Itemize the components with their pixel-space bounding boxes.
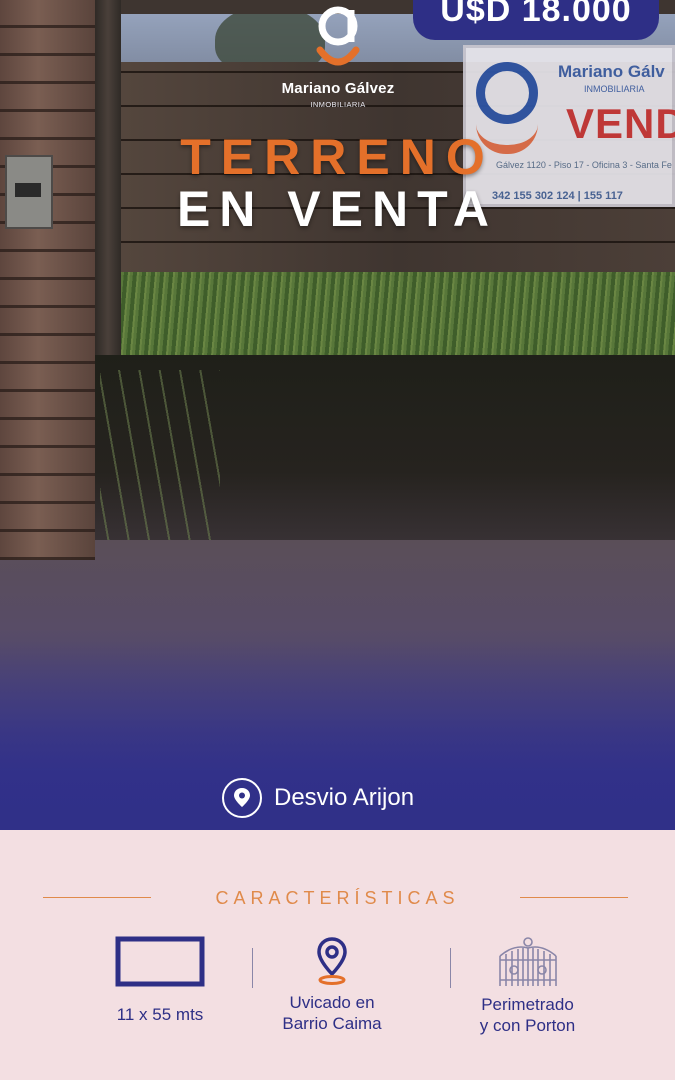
feature-fencing-line2: y con Porton bbox=[479, 1016, 576, 1035]
property-listing-page: Mariano Gálv INMOBILIARIA VEND Gálvez 11… bbox=[0, 0, 675, 1080]
feature-divider-1 bbox=[252, 948, 253, 988]
feature-location-line2: Barrio Caima bbox=[282, 1014, 382, 1033]
feature-location: Uvicado en Barrio Caima bbox=[257, 936, 407, 1034]
feature-fencing-line1: Perimetrado bbox=[481, 995, 574, 1014]
feature-fencing: Perimetrado y con Porton bbox=[450, 936, 605, 1036]
feature-dimensions-label: 11 x 55 mts bbox=[116, 1005, 204, 1024]
photo-grass bbox=[121, 272, 675, 362]
photo-weeds bbox=[100, 370, 220, 550]
feature-dimensions: 11 x 55 mts bbox=[95, 936, 225, 1025]
section-rule-right bbox=[520, 897, 628, 898]
rectangle-lot-icon bbox=[115, 936, 205, 987]
location-pin-icon bbox=[317, 937, 347, 985]
feature-location-line1: Uvicado en bbox=[289, 993, 375, 1012]
brand-logo: Mariano Gálvez INMOBILIARIA bbox=[282, 4, 394, 112]
headline-terreno: TERRENO bbox=[180, 129, 495, 185]
price-badge: U$D 18.000 bbox=[413, 0, 659, 40]
hero-photo: Mariano Gálv INMOBILIARIA VEND Gálvez 11… bbox=[0, 0, 675, 830]
location-row: Desvio Arijon bbox=[222, 776, 414, 820]
sign-brand-sub: INMOBILIARIA bbox=[584, 84, 645, 94]
features-title: CARACTERÍSTICAS bbox=[215, 888, 460, 908]
location-pin-icon bbox=[222, 778, 262, 818]
sign-brand-name: Mariano Gálv bbox=[558, 62, 665, 81]
features-panel: CARACTERÍSTICAS 11 x 55 mts Uvicado en B… bbox=[0, 830, 675, 1080]
brand-name: Mariano Gálvez bbox=[281, 80, 395, 97]
photo-brick-wall bbox=[0, 0, 95, 560]
brand-tagline: INMOBILIARIA bbox=[310, 100, 366, 109]
brand-logo-icon bbox=[316, 6, 360, 66]
location-text: Desvio Arijon bbox=[274, 784, 415, 811]
sign-logo-icon bbox=[476, 62, 538, 124]
headline-en-venta: EN VENTA bbox=[176, 181, 499, 237]
gate-icon bbox=[498, 937, 557, 986]
